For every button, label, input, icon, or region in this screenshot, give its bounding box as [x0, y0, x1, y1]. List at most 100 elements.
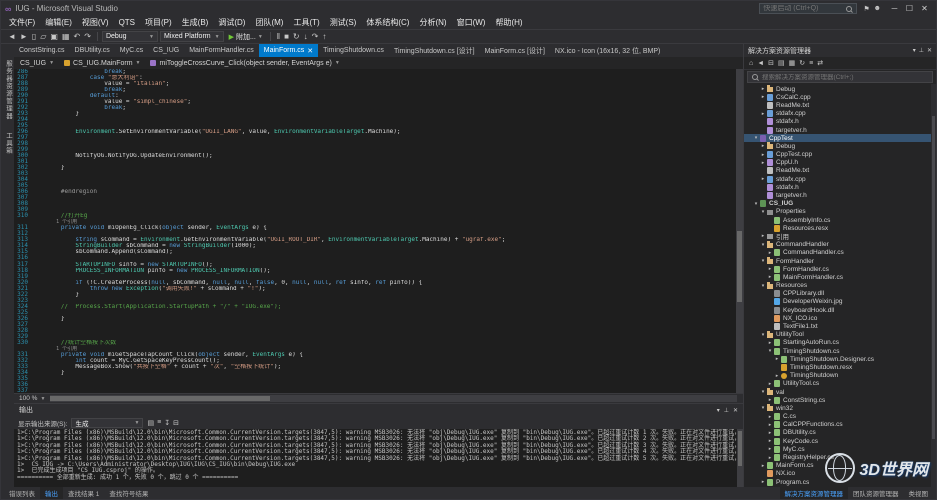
menu-item-2[interactable]: 视图(V): [77, 17, 114, 28]
tree-item-TimingShutdown.cs[interactable]: ▾TimingShutdown.cs: [744, 347, 936, 355]
expander-icon[interactable]: ▸: [766, 430, 774, 436]
back-icon[interactable]: ◄: [757, 60, 764, 67]
tree-item-UtilityTool.cs[interactable]: ▸UtilityTool.cs: [744, 380, 936, 388]
window-position-icon[interactable]: ▾: [717, 407, 720, 414]
tree-item-CppU.h[interactable]: ▸CppU.h: [744, 159, 936, 167]
minimize-button[interactable]: ─: [887, 4, 902, 13]
document-tab-6[interactable]: TimingShutdown.cs: [318, 44, 389, 57]
redo-icon[interactable]: ↷: [82, 30, 93, 43]
navigate-backward-icon[interactable]: ◄: [6, 30, 18, 43]
solution-explorer-search-box[interactable]: [747, 71, 933, 83]
tree-item-stdafx.cpp[interactable]: ▸stdafx.cpp: [744, 175, 936, 183]
expander-icon[interactable]: ▾: [759, 242, 767, 248]
notifications-flag-icon[interactable]: ⚑: [861, 5, 871, 13]
close-icon[interactable]: ✕: [733, 407, 738, 414]
tree-item-CppTest.cpp[interactable]: ▸CppTest.cpp: [744, 151, 936, 159]
type-dropdown[interactable]: CS_IUG.MainForm▼: [64, 60, 140, 67]
expander-icon[interactable]: ▾: [752, 135, 760, 141]
expander-icon[interactable]: ▸: [759, 152, 767, 158]
tree-item-targetver.h[interactable]: targetver.h: [744, 126, 936, 134]
menu-item-5[interactable]: 生成(B): [177, 17, 214, 28]
expander-icon[interactable]: ▾: [759, 283, 767, 289]
expander-icon[interactable]: ▸: [766, 438, 774, 444]
bottom-tab-1[interactable]: 输出: [40, 487, 63, 499]
document-tab-9[interactable]: NX.ico - Icon (16x16, 32 位, BMP): [550, 44, 665, 57]
refresh-icon[interactable]: ↻: [799, 59, 805, 67]
expander-icon[interactable]: ▸: [766, 455, 774, 461]
solution-explorer-search-input[interactable]: [762, 74, 929, 81]
step-out-icon[interactable]: ↑: [320, 30, 328, 43]
scrollbar-thumb[interactable]: [50, 396, 270, 401]
menu-item-13[interactable]: 帮助(H): [490, 17, 527, 28]
view-code-icon[interactable]: ≡: [809, 60, 813, 67]
tree-item-CS_IUG[interactable]: ▾CS_IUG: [744, 200, 936, 208]
menu-item-7[interactable]: 团队(M): [250, 17, 288, 28]
expander-icon[interactable]: ▸: [759, 111, 767, 117]
quick-launch-box[interactable]: [759, 3, 857, 14]
tree-item-stdafx.cpp[interactable]: ▸stdafx.cpp: [744, 110, 936, 118]
tree-item-C.cs[interactable]: ▸C.cs: [744, 413, 936, 421]
show-all-files-icon[interactable]: ▦: [789, 59, 796, 67]
tree-item-DeveloperWeixin.jpg[interactable]: DeveloperWeixin.jpg: [744, 298, 936, 306]
save-icon[interactable]: ▣: [48, 30, 60, 43]
scrollbar-thumb[interactable]: [738, 431, 742, 466]
close-button[interactable]: ✕: [917, 4, 932, 13]
expander-icon[interactable]: ▸: [766, 274, 774, 280]
tree-item-Debug[interactable]: ▸Debug: [744, 142, 936, 150]
tree-item-Debug[interactable]: ▸Debug: [744, 85, 936, 93]
pin-icon[interactable]: ⊥: [724, 407, 729, 414]
expander-icon[interactable]: ▾: [759, 209, 767, 215]
expander-icon[interactable]: ▸: [766, 250, 774, 256]
tree-item-val[interactable]: ▾val: [744, 388, 936, 396]
document-tab-7[interactable]: TimingShutdown.cs [设计]: [389, 44, 480, 57]
sync-with-active-document-icon[interactable]: ⇄: [817, 59, 823, 67]
solution-home-icon[interactable]: ⌂: [749, 60, 753, 67]
solution-platform-dropdown[interactable]: Mixed Platform▼: [160, 31, 224, 42]
tree-item-DBUtility.cs[interactable]: ▸DBUtility.cs: [744, 429, 936, 437]
tree-item-TimingShutdown[interactable]: ▸TimingShutdown: [744, 372, 936, 380]
tree-item-CsCalC.cpp[interactable]: ▸CsCalC.cpp: [744, 93, 936, 101]
step-into-icon[interactable]: ↓: [302, 30, 310, 43]
tree-item-NX_ICO.ico[interactable]: NX_ICO.ico: [744, 314, 936, 322]
break-all-icon[interactable]: ‖: [275, 30, 282, 43]
left-tool-tab-0[interactable]: 服务器资源管理器: [3, 60, 13, 120]
expander-icon[interactable]: ▾: [759, 258, 767, 264]
output-text-area[interactable]: 1>C:\Program Files (x86)\MSBuild\12.0\bi…: [14, 429, 743, 487]
restart-icon[interactable]: ↻: [291, 30, 302, 43]
save-all-icon[interactable]: ▦: [60, 30, 72, 43]
menu-item-11[interactable]: 分析(N): [414, 17, 451, 28]
tree-item-win32[interactable]: ▾win32: [744, 404, 936, 412]
zoom-dropdown[interactable]: 100 %▼: [14, 395, 50, 402]
expander-icon[interactable]: ▸: [759, 86, 767, 92]
solution-configuration-dropdown[interactable]: Debug▼: [102, 31, 158, 42]
tree-item-AssemblyInfo.cs[interactable]: AssemblyInfo.cs: [744, 216, 936, 224]
expander-icon[interactable]: ▸: [773, 356, 781, 362]
expander-icon[interactable]: ▸: [759, 176, 767, 182]
document-tab-0[interactable]: ConstString.cs: [14, 44, 70, 57]
editor-horizontal-scrollbar[interactable]: [50, 395, 737, 402]
expander-icon[interactable]: ▾: [752, 201, 760, 207]
tree-item-TimingShutdown.resx[interactable]: TimingShutdown.resx: [744, 363, 936, 371]
tree-item-FormHandler.cs[interactable]: ▸FormHandler.cs: [744, 265, 936, 273]
tree-item-FormHandler[interactable]: ▾FormHandler: [744, 257, 936, 265]
menu-item-1[interactable]: 编辑(E): [40, 17, 77, 28]
pin-icon[interactable]: ⊥: [919, 47, 924, 54]
expander-icon[interactable]: ▸: [766, 397, 774, 403]
expander-icon[interactable]: ▸: [766, 422, 774, 428]
maximize-button[interactable]: ☐: [902, 4, 917, 13]
stop-debugging-icon[interactable]: ■: [282, 30, 291, 43]
expander-icon[interactable]: ▾: [759, 389, 767, 395]
right-panel-tab-1[interactable]: 团队资源管理器: [848, 487, 904, 499]
menu-item-6[interactable]: 调试(D): [213, 17, 250, 28]
right-panel-tab-0[interactable]: 解决方案资源管理器: [780, 487, 849, 499]
expander-icon[interactable]: ▸: [766, 446, 774, 452]
tree-item-TextFile1.txt[interactable]: TextFile1.txt: [744, 322, 936, 330]
tree-item-CalCPPFunctions.cs[interactable]: ▸CalCPPFunctions.cs: [744, 421, 936, 429]
expander-icon[interactable]: ▸: [766, 340, 774, 346]
tree-item--[interactable]: ▸引用: [744, 232, 936, 240]
bottom-tab-0[interactable]: 错误列表: [4, 487, 40, 499]
tree-item-TimingShutdown.Designer.cs[interactable]: ▸TimingShutdown.Designer.cs: [744, 355, 936, 363]
code-editor[interactable]: 286 break;287 case "意大利语":288 value = "i…: [14, 69, 743, 393]
tree-item-Resources.resx[interactable]: Resources.resx: [744, 224, 936, 232]
tree-item-UtilityTool[interactable]: ▾UtilityTool: [744, 331, 936, 339]
